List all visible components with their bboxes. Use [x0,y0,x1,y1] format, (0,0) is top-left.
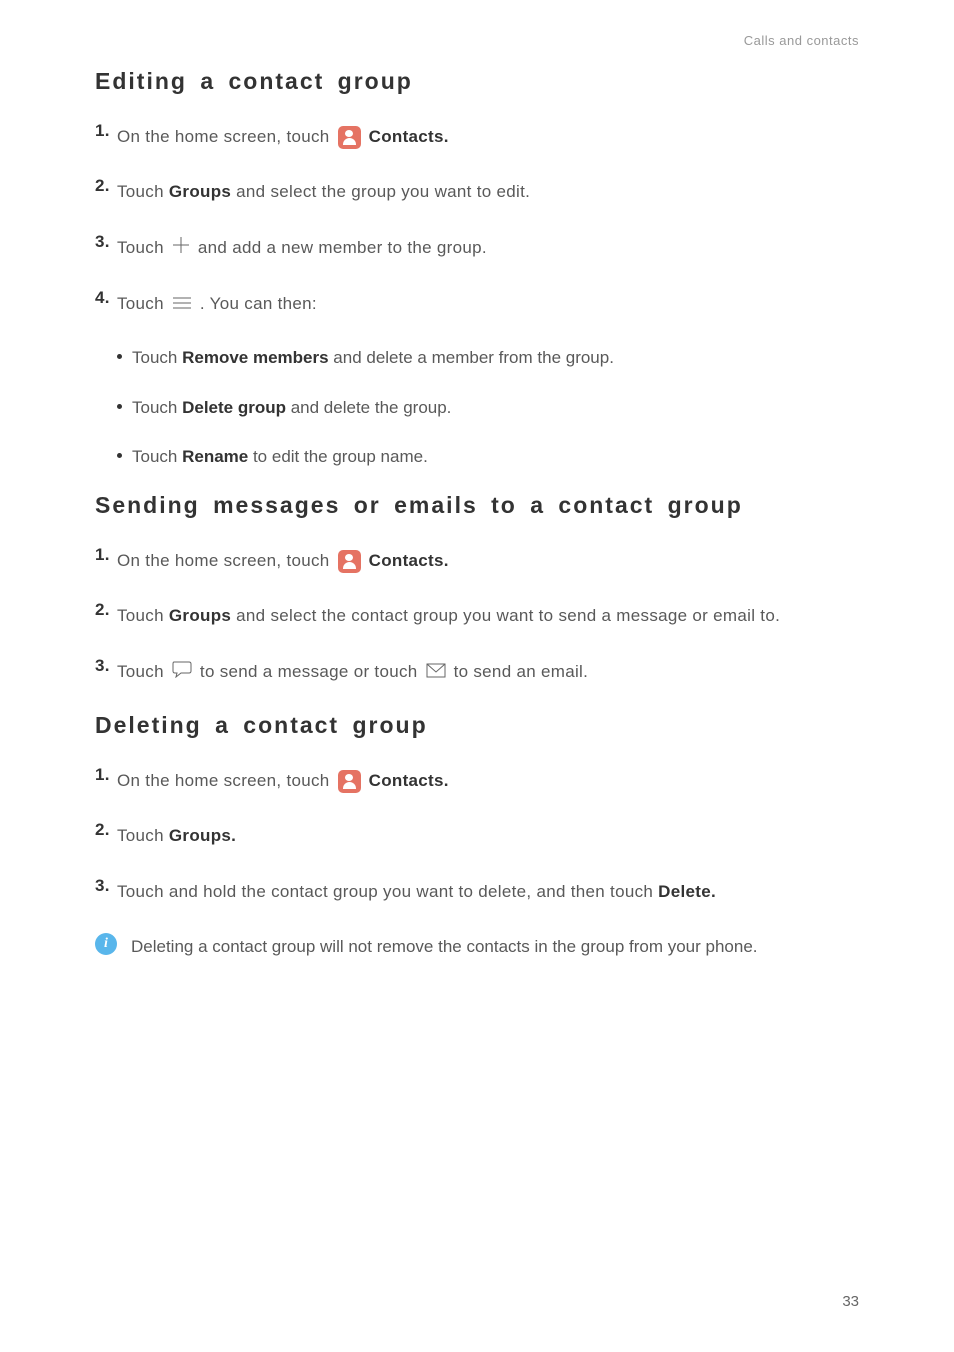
step-text: . You can then: [200,294,317,313]
info-note: Deleting a contact group will not remove… [95,931,859,962]
groups-label: Groups [169,826,231,845]
deleting-step-1: 1. On the home screen, touch Contacts. [95,765,859,796]
bullet-text: Touch [132,398,182,417]
plus-icon [172,233,190,264]
editing-bullet-3: Touch Rename to edit the group name. [117,443,859,470]
step-number: 3. [95,232,117,252]
contacts-icon [338,770,361,793]
sending-step-3: 3. Touch to send a message or touch to s… [95,656,859,688]
step-number: 4. [95,288,117,308]
bullet-text: Touch [132,447,182,466]
deleting-step-3: 3. Touch and hold the contact group you … [95,876,859,907]
step-number: 2. [95,176,117,196]
step-text: On the home screen, touch [117,771,335,790]
step-number: 1. [95,765,117,785]
info-text: Deleting a contact group will not remove… [131,931,859,962]
step-text: to send an email. [454,662,589,681]
groups-label: Groups [169,606,231,625]
delete-label: Delete [658,882,711,901]
menu-icon [172,289,192,320]
bullet-text: and delete the group. [286,398,451,417]
info-icon [95,933,117,955]
rename-label: Rename [182,447,248,466]
bullet-text: Touch [132,348,182,367]
contacts-label: Contacts [369,771,444,790]
heading-sending: Sending messages or emails to a contact … [95,492,859,519]
deleting-step-2: 2. Touch Groups. [95,820,859,851]
step-text: Touch and hold the contact group you wan… [117,882,658,901]
step-number: 3. [95,656,117,676]
step-number: 1. [95,121,117,141]
contacts-label: Contacts [369,551,444,570]
editing-step-1: 1. On the home screen, touch Contacts. [95,121,859,152]
message-icon [172,657,192,688]
bullet-icon [117,453,122,458]
bullet-icon [117,354,122,359]
contacts-icon [338,550,361,573]
step-number: 1. [95,545,117,565]
heading-deleting: Deleting a contact group [95,712,859,739]
step-number: 2. [95,820,117,840]
bullet-text: and delete a member from the group. [329,348,614,367]
step-text: On the home screen, touch [117,127,335,146]
contacts-label: Contacts [369,127,444,146]
editing-bullet-2: Touch Delete group and delete the group. [117,394,859,421]
step-text: and add a new member to the group. [198,238,487,257]
step-number: 2. [95,600,117,620]
step-text: Touch [117,294,169,313]
sending-step-1: 1. On the home screen, touch Contacts. [95,545,859,576]
step-text: Touch [117,238,169,257]
step-text: and select the contact group you want to… [231,606,780,625]
remove-members-label: Remove members [182,348,328,367]
page-number: 33 [842,1293,859,1310]
groups-label: Groups [169,182,231,201]
editing-step-4: 4. Touch . You can then: [95,288,859,320]
email-icon [426,657,446,688]
delete-group-label: Delete group [182,398,286,417]
step-number: 3. [95,876,117,896]
editing-step-2: 2. Touch Groups and select the group you… [95,176,859,207]
editing-bullet-1: Touch Remove members and delete a member… [117,344,859,371]
step-text: and select the group you want to edit. [231,182,530,201]
heading-editing: Editing a contact group [95,68,859,95]
bullet-text: to edit the group name. [248,447,428,466]
step-text: Touch [117,662,169,681]
step-text: to send a message or touch [200,662,423,681]
step-text: Touch [117,826,169,845]
sending-step-2: 2. Touch Groups and select the contact g… [95,600,859,631]
bullet-icon [117,404,122,409]
step-text: On the home screen, touch [117,551,335,570]
page-header: Calls and contacts [95,33,859,48]
editing-step-3: 3. Touch and add a new member to the gro… [95,232,859,264]
step-text: Touch [117,182,169,201]
step-text: Touch [117,606,169,625]
contacts-icon [338,126,361,149]
